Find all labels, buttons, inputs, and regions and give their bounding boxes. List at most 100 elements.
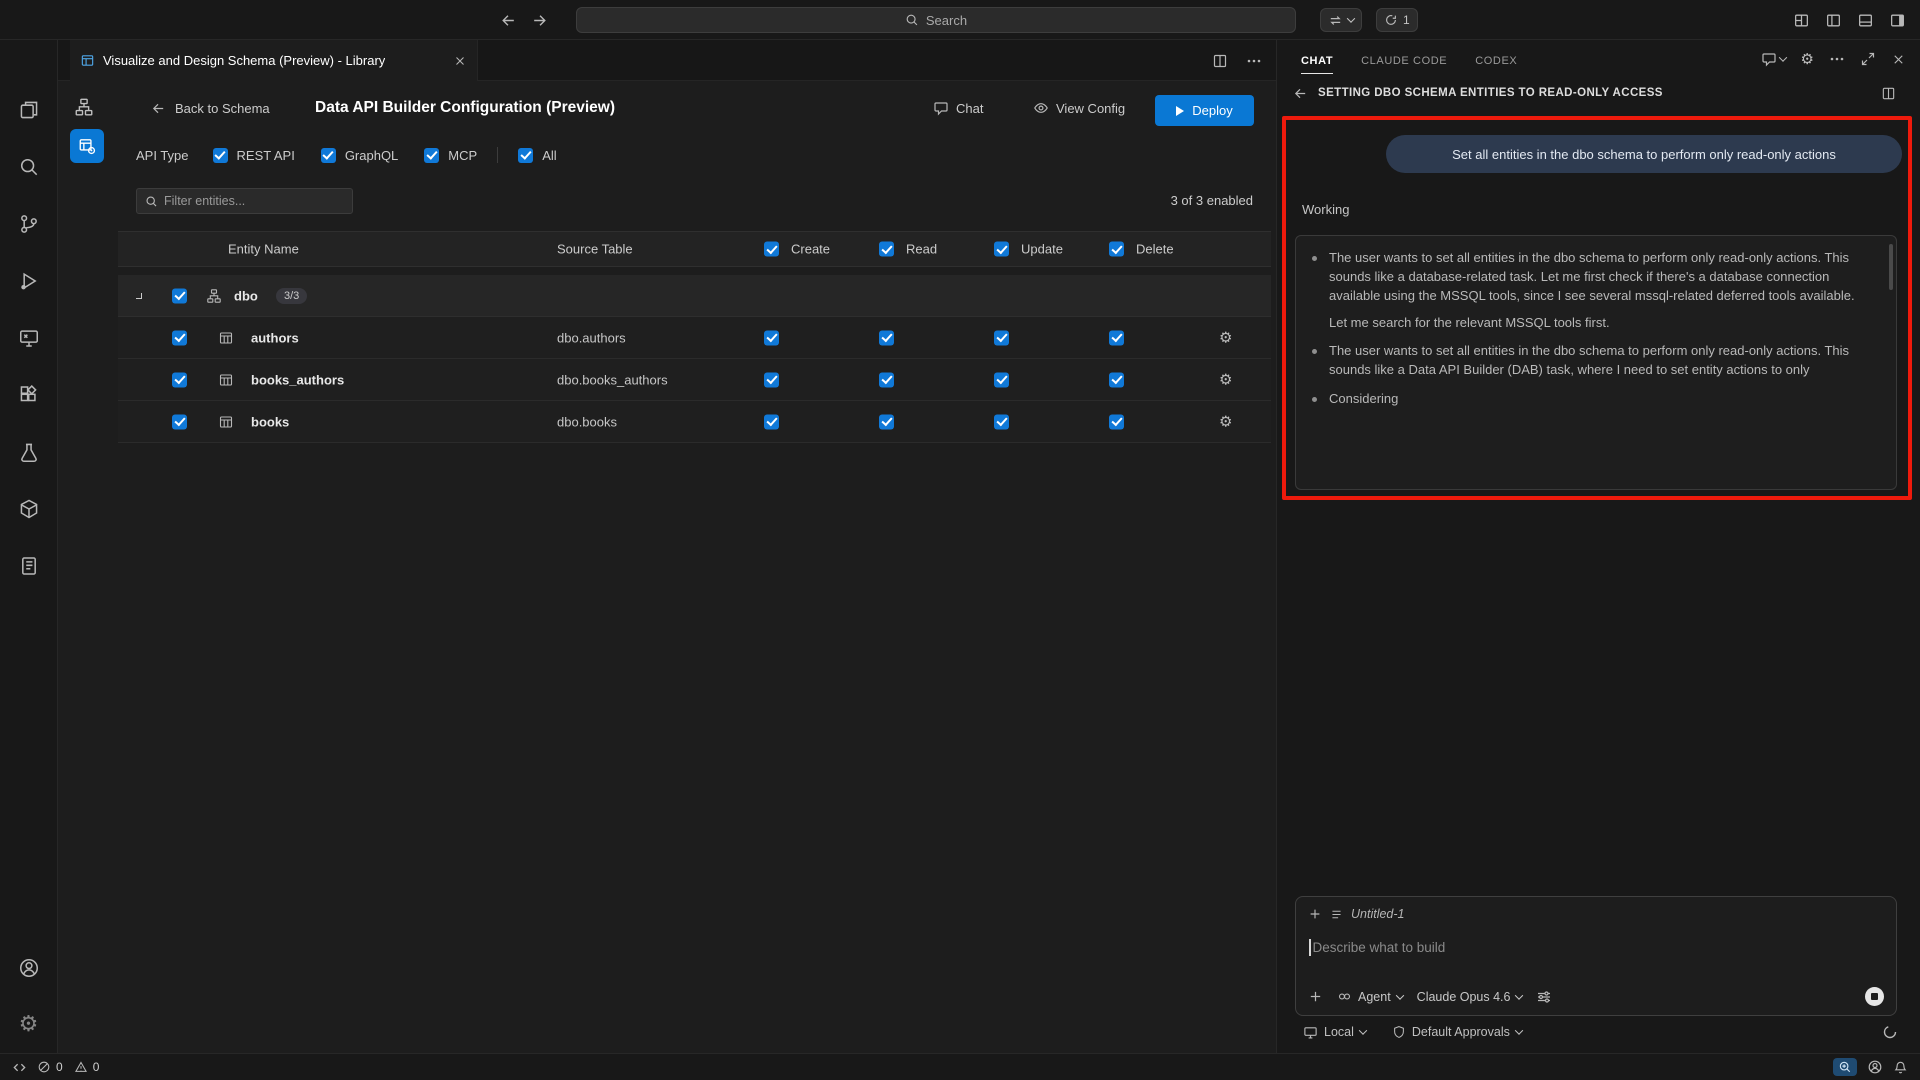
read-checkbox[interactable] bbox=[879, 330, 894, 345]
update-checkbox[interactable] bbox=[994, 330, 1009, 345]
sidebar-item-run-debug[interactable] bbox=[0, 252, 58, 309]
sidebar-item-testing[interactable] bbox=[0, 423, 58, 480]
toggle-primary-sidebar-icon[interactable] bbox=[1825, 12, 1842, 29]
split-editor-icon[interactable] bbox=[1212, 53, 1228, 69]
sidebar-item-source-control[interactable] bbox=[0, 195, 58, 252]
more-actions-icon[interactable] bbox=[1829, 51, 1845, 67]
chat-settings-icon[interactable]: ⚙ bbox=[1801, 52, 1814, 67]
update-checkbox[interactable] bbox=[994, 414, 1009, 429]
refresh-icon bbox=[1384, 13, 1398, 27]
dab-config-view-button[interactable] bbox=[70, 129, 104, 163]
view-config-button[interactable]: View Config bbox=[1033, 100, 1125, 116]
collapse-group-icon[interactable] bbox=[136, 293, 142, 299]
row-settings-icon[interactable]: ⚙ bbox=[1219, 372, 1232, 387]
history-nav bbox=[500, 0, 548, 40]
history-forward-icon[interactable] bbox=[531, 12, 548, 29]
open-in-editor-icon[interactable] bbox=[1881, 86, 1896, 101]
row-enable-checkbox[interactable] bbox=[172, 414, 187, 429]
graphql-label: GraphQL bbox=[345, 148, 398, 163]
prompt-row[interactable]: Describe what to build bbox=[1309, 939, 1445, 956]
group-checkbox[interactable] bbox=[172, 288, 187, 303]
delete-checkbox[interactable] bbox=[1109, 414, 1124, 429]
tab-codex[interactable]: CODEX bbox=[1475, 45, 1517, 73]
tools-config-icon[interactable] bbox=[1536, 989, 1552, 1005]
row-settings-icon[interactable]: ⚙ bbox=[1219, 414, 1232, 429]
close-tab-icon[interactable] bbox=[453, 54, 467, 68]
remote-indicator-icon[interactable] bbox=[12, 1060, 27, 1075]
toggle-secondary-sidebar-icon[interactable] bbox=[1889, 12, 1906, 29]
sidebar-item-search[interactable] bbox=[0, 138, 58, 195]
table-row[interactable]: books_authors dbo.books_authors ⚙ bbox=[118, 359, 1271, 401]
table-row[interactable]: authors dbo.authors ⚙ bbox=[118, 317, 1271, 359]
divider bbox=[497, 147, 498, 163]
close-panel-icon[interactable] bbox=[1891, 52, 1906, 67]
filter-entities-input[interactable] bbox=[164, 194, 344, 208]
tab-visualize-design-schema[interactable]: Visualize and Design Schema (Preview) - … bbox=[70, 40, 478, 81]
all-checkbox[interactable] bbox=[518, 148, 533, 163]
row-enable-checkbox[interactable] bbox=[172, 330, 187, 345]
schema-designer-view-icon[interactable] bbox=[74, 97, 94, 117]
sidebar-item-explorer[interactable] bbox=[0, 81, 58, 138]
mcp-checkbox[interactable] bbox=[424, 148, 439, 163]
tab-claude-code[interactable]: CLAUDE CODE bbox=[1361, 45, 1447, 73]
chat-button[interactable]: Chat bbox=[933, 100, 983, 116]
sidebar-item-notebooks[interactable] bbox=[0, 537, 58, 594]
read-checkbox[interactable] bbox=[879, 414, 894, 429]
schema-preview-tab-icon bbox=[80, 53, 95, 68]
title-bar: Search 1 bbox=[0, 0, 1920, 40]
graphql-checkbox[interactable] bbox=[321, 148, 336, 163]
accounts-status-icon[interactable] bbox=[1867, 1059, 1883, 1075]
customize-layout-icon[interactable] bbox=[1793, 12, 1810, 29]
delete-checkbox[interactable] bbox=[1109, 330, 1124, 345]
create-checkbox[interactable] bbox=[764, 414, 779, 429]
context-file-name[interactable]: Untitled-1 bbox=[1351, 907, 1405, 921]
problems-indicator[interactable]: 0 0 bbox=[37, 1060, 99, 1074]
search-icon bbox=[145, 195, 158, 208]
stop-button[interactable] bbox=[1865, 987, 1884, 1006]
notifications-bell-icon[interactable] bbox=[1893, 1060, 1908, 1075]
rest-api-checkbox[interactable] bbox=[213, 148, 228, 163]
table-row[interactable]: books dbo.books ⚙ bbox=[118, 401, 1271, 443]
create-checkbox[interactable] bbox=[764, 330, 779, 345]
tab-chat[interactable]: CHAT bbox=[1301, 45, 1333, 74]
target-picker[interactable]: Local bbox=[1303, 1025, 1366, 1040]
delete-checkbox[interactable] bbox=[1109, 372, 1124, 387]
back-to-schema-link[interactable]: Back to Schema bbox=[151, 101, 270, 116]
sidebar-item-accounts[interactable] bbox=[0, 939, 58, 996]
delete-all-checkbox[interactable] bbox=[1109, 242, 1124, 257]
thinking-box[interactable]: The user wants to set all entities in th… bbox=[1295, 235, 1897, 490]
toggle-panel-icon[interactable] bbox=[1857, 12, 1874, 29]
command-center-search[interactable]: Search bbox=[576, 7, 1296, 33]
back-icon[interactable] bbox=[1293, 86, 1308, 101]
sidebar-item-extensions[interactable] bbox=[0, 366, 58, 423]
scrollbar-thumb[interactable] bbox=[1889, 244, 1893, 290]
deploy-button[interactable]: Deploy bbox=[1155, 95, 1254, 126]
more-actions-icon[interactable] bbox=[1246, 53, 1262, 69]
zoom-status-button[interactable] bbox=[1833, 1058, 1857, 1076]
update-all-checkbox[interactable] bbox=[994, 242, 1009, 257]
approvals-picker[interactable]: Default Approvals bbox=[1392, 1025, 1522, 1039]
add-context-icon[interactable] bbox=[1308, 907, 1322, 921]
mode-picker[interactable]: Agent bbox=[1337, 989, 1403, 1004]
create-all-checkbox[interactable] bbox=[764, 242, 779, 257]
schema-group-row[interactable]: dbo 3/3 bbox=[118, 275, 1271, 317]
source-table: dbo.books_authors bbox=[557, 372, 668, 387]
read-all-checkbox[interactable] bbox=[879, 242, 894, 257]
attach-icon[interactable] bbox=[1308, 989, 1323, 1004]
sync-status-button[interactable]: 1 bbox=[1376, 8, 1418, 32]
sidebar-item-settings[interactable]: ⚙ bbox=[0, 996, 58, 1053]
text-cursor bbox=[1309, 939, 1311, 956]
chat-history-icon[interactable] bbox=[1761, 51, 1786, 67]
model-picker[interactable]: Claude Opus 4.6 bbox=[1417, 990, 1523, 1004]
sidebar-item-remote-explorer[interactable] bbox=[0, 309, 58, 366]
row-settings-icon[interactable]: ⚙ bbox=[1219, 330, 1232, 345]
chat-input-box[interactable]: Untitled-1 Describe what to build Agent bbox=[1295, 896, 1897, 1016]
chat-sessions-button[interactable] bbox=[1320, 8, 1362, 32]
history-back-icon[interactable] bbox=[500, 12, 517, 29]
create-checkbox[interactable] bbox=[764, 372, 779, 387]
update-checkbox[interactable] bbox=[994, 372, 1009, 387]
sidebar-item-database-projects[interactable] bbox=[0, 480, 58, 537]
maximize-panel-icon[interactable] bbox=[1860, 51, 1876, 67]
row-enable-checkbox[interactable] bbox=[172, 372, 187, 387]
read-checkbox[interactable] bbox=[879, 372, 894, 387]
